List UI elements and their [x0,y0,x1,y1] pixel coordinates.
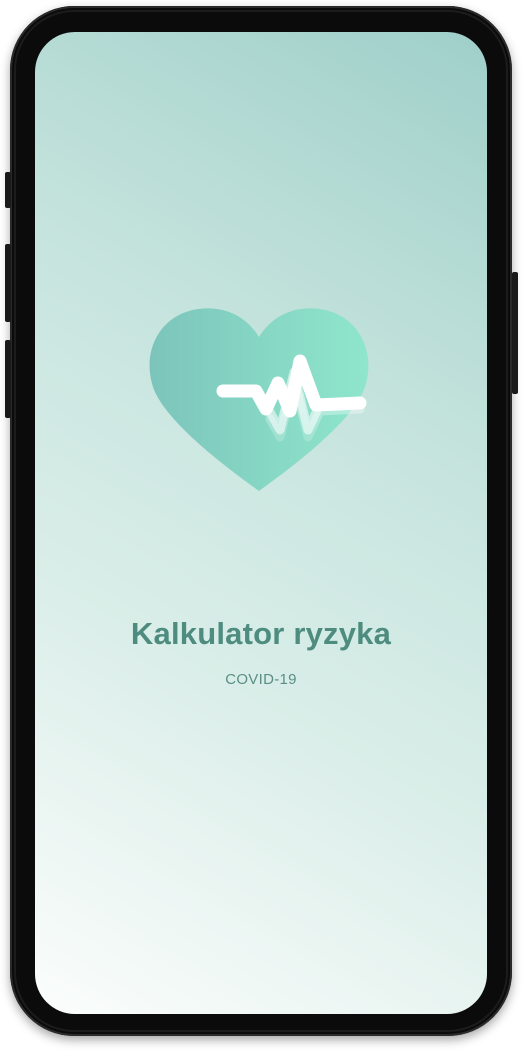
volume-up-button [5,244,11,322]
app-title: Kalkulator ryzyka [130,616,392,651]
power-button [512,272,518,394]
app-subtitle: COVID-19 [225,671,297,688]
splash-screen: Kalkulator ryzyka COVID-19 [35,32,487,1014]
mute-switch [5,172,11,208]
heart-pulse-icon [149,308,369,491]
volume-down-button [5,340,11,418]
